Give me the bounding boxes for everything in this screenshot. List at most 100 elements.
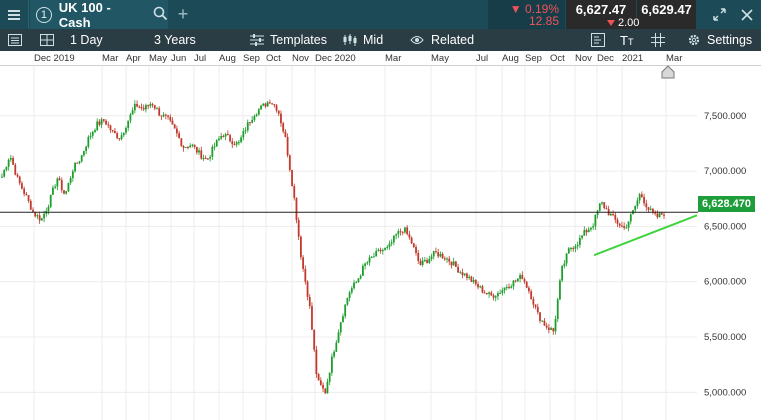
date-tick: Mar: [385, 53, 402, 64]
candle-body: [140, 106, 143, 108]
candle-body: [452, 261, 455, 266]
candle-body: [286, 136, 289, 156]
candle-body: [454, 261, 457, 267]
candle-body: [264, 103, 267, 107]
gridlines-button[interactable]: [651, 29, 665, 51]
candle-body: [98, 121, 101, 125]
candle-body: [49, 194, 52, 207]
candle-body: [567, 248, 570, 254]
candle-body: [224, 134, 227, 137]
event-marker-icon[interactable]: [661, 65, 675, 79]
candle-body: [268, 102, 271, 104]
candle-body: [497, 293, 499, 297]
candle-body: [439, 253, 442, 257]
candle-body: [333, 351, 336, 357]
candle-body: [138, 106, 141, 108]
instrument-bar: 1 UK 100 - Cash + ▼ 0.19% 12.85 6,627.47…: [0, 0, 761, 30]
related-button[interactable]: Related: [410, 29, 474, 51]
candle-body: [490, 292, 493, 296]
candle-body: [649, 208, 652, 210]
date-tick: Mar: [102, 53, 119, 64]
candle-body: [89, 135, 92, 137]
candle-body: [54, 186, 57, 188]
candle-body: [559, 280, 561, 300]
search-icon[interactable]: [153, 6, 168, 24]
settings-button[interactable]: Settings: [687, 29, 752, 51]
buy-button[interactable]: 6,629.47: [637, 0, 696, 29]
candle-body: [107, 124, 110, 126]
candle-body: [428, 258, 431, 263]
candle-body: [563, 263, 566, 266]
candle-body: [536, 306, 539, 313]
close-button[interactable]: [732, 0, 761, 29]
date-tick: Nov: [292, 53, 309, 64]
candle-body: [244, 130, 247, 132]
price-type-button[interactable]: Mid: [343, 29, 383, 51]
date-tick: Jul: [476, 53, 489, 64]
candle-body: [125, 127, 127, 133]
candle-body: [47, 206, 50, 211]
range-select[interactable]: 3 Years: [154, 29, 196, 51]
candle-body: [410, 237, 413, 244]
candle-body: [260, 105, 262, 110]
candle-body: [67, 182, 70, 192]
candle-body: [173, 124, 176, 129]
candle-body: [623, 226, 626, 228]
candle-body: [308, 296, 311, 307]
candle-body: [277, 110, 280, 114]
candle-body: [578, 237, 581, 245]
plus-icon: +: [177, 4, 189, 24]
candle-body: [359, 275, 362, 279]
candle-body: [7, 159, 10, 167]
candle-body: [122, 132, 125, 136]
candle-body: [461, 272, 464, 276]
text-size-button[interactable]: TT: [620, 29, 633, 51]
candle-body: [304, 268, 307, 282]
candle-body: [647, 207, 650, 210]
candle-body: [16, 174, 19, 177]
candles: [1, 99, 665, 395]
candle-body: [209, 156, 212, 159]
add-instrument-button[interactable]: +: [170, 0, 196, 29]
menu-button[interactable]: [0, 0, 29, 29]
expand-button[interactable]: [704, 0, 734, 29]
layout-button[interactable]: [40, 29, 54, 51]
price-chart[interactable]: 7,500.000 7,000.000 6,500.000 6,000.000 5,50…: [0, 66, 761, 420]
interval-select[interactable]: 1 Day: [70, 29, 103, 51]
candle-body: [392, 235, 395, 243]
candle-body: [621, 225, 623, 227]
candle-body: [488, 292, 490, 295]
date-tick: Oct: [266, 53, 281, 64]
candle-body: [656, 213, 659, 218]
instrument-tab[interactable]: 1 UK 100 - Cash: [30, 0, 168, 30]
candle-body: [288, 155, 291, 171]
trendline[interactable]: [593, 214, 698, 257]
candle-body: [238, 142, 240, 144]
candle-body: [404, 227, 406, 233]
drawing-tools-button[interactable]: [591, 29, 605, 51]
candle-body: [501, 290, 504, 294]
candle-body: [570, 248, 572, 250]
candle-body: [556, 299, 559, 320]
candle-body: [572, 248, 575, 250]
price-tick-label: 5,000.000: [704, 387, 746, 398]
candle-body: [512, 280, 515, 287]
panel-toggle-button[interactable]: [8, 29, 22, 51]
date-axis: Dec 2019 Mar Apr May Jun Jul Aug Sep Oct…: [0, 51, 761, 66]
candle-body: [282, 123, 285, 132]
candle-body: [634, 206, 637, 211]
date-tick: Nov: [575, 53, 592, 64]
candle-body: [492, 295, 495, 298]
templates-button[interactable]: Templates: [250, 29, 327, 51]
candle-body: [280, 113, 282, 124]
candle-body: [12, 158, 14, 165]
candle-body: [195, 146, 198, 153]
candle-body: [169, 116, 172, 121]
candle-body: [83, 151, 85, 156]
candle-body: [474, 279, 477, 285]
date-tick: Dec: [597, 53, 614, 64]
candle-body: [426, 260, 428, 263]
candle-body: [377, 249, 380, 252]
date-tick: Apr: [126, 53, 141, 64]
candle-body: [78, 161, 81, 164]
